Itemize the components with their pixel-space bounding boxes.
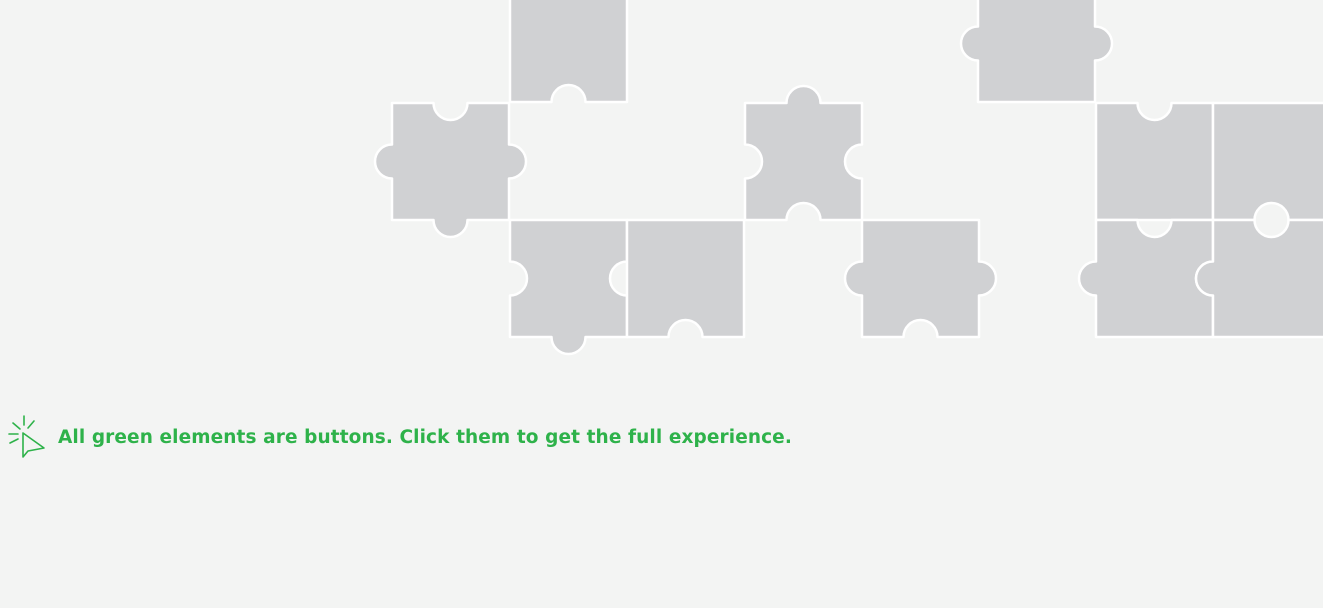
puzzle-illustration bbox=[373, 0, 1323, 356]
puzzle-piece bbox=[625, 218, 746, 339]
puzzle-piece bbox=[373, 101, 528, 239]
puzzle-piece bbox=[1077, 218, 1215, 339]
puzzle-piece bbox=[743, 84, 864, 222]
puzzle-piece bbox=[1094, 101, 1215, 222]
puzzle-piece bbox=[843, 218, 998, 339]
buttons-hint: All green elements are buttons. Click th… bbox=[6, 412, 792, 462]
puzzle-piece bbox=[1194, 218, 1323, 339]
puzzle-piece bbox=[1211, 101, 1323, 222]
puzzle-piece bbox=[508, 0, 629, 104]
puzzle-piece bbox=[959, 0, 1114, 104]
cursor-click-icon bbox=[8, 415, 45, 458]
puzzle-piece bbox=[508, 218, 629, 356]
onboarding-canvas: All green elements are buttons. Click th… bbox=[0, 0, 1323, 608]
hint-text: All green elements are buttons. Click th… bbox=[58, 426, 792, 448]
